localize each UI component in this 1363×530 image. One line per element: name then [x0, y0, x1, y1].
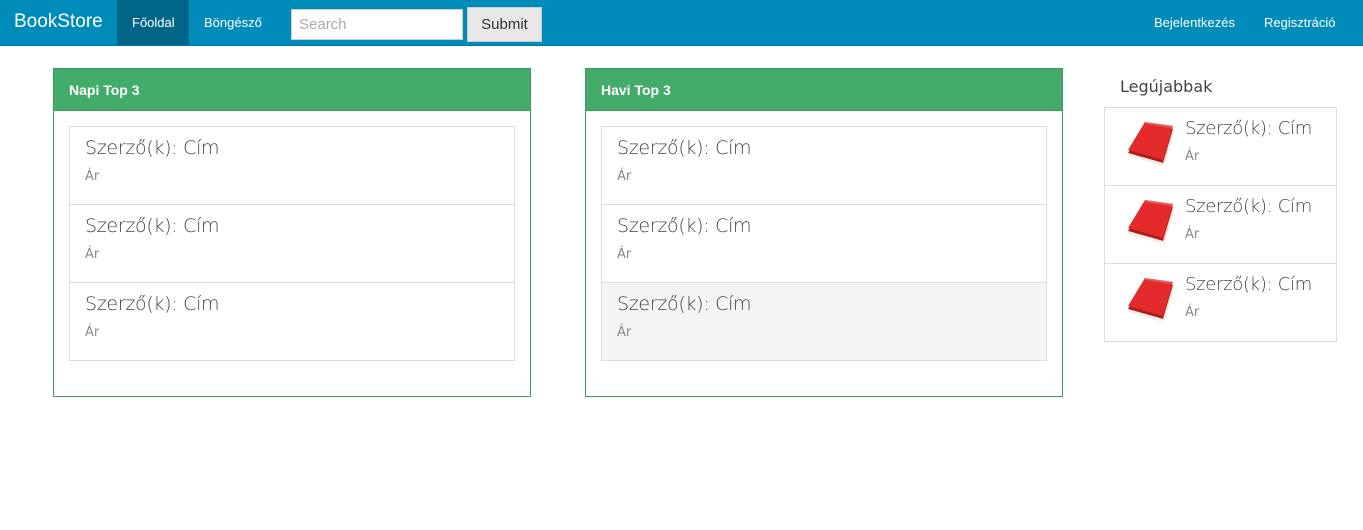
book-title: Szerző(k): Cím: [85, 137, 220, 159]
monthly-top-list: Szerző(k): Cím Ár Szerző(k): Cím Ár Szer…: [601, 126, 1047, 361]
panel-heading: Napi Top 3: [54, 69, 530, 111]
nav-link-login[interactable]: Bejelentkezés: [1139, 0, 1250, 45]
book-title: Szerző(k): Cím: [1185, 274, 1312, 295]
book-price: Ár: [1185, 305, 1200, 320]
list-item[interactable]: Szerző(k): Cím Ár: [70, 283, 514, 360]
list-item[interactable]: Szerző(k): Cím Ár: [70, 127, 514, 205]
list-item[interactable]: Szerző(k): Cím Ár: [1105, 186, 1336, 264]
search-input[interactable]: [291, 9, 463, 40]
book-price: Ár: [617, 325, 632, 340]
book-price: Ár: [85, 325, 100, 340]
nav-link-home[interactable]: Főoldal: [117, 0, 189, 45]
red-book-icon: [1128, 278, 1174, 321]
book-title: Szerző(k): Cím: [85, 215, 220, 237]
book-price: Ár: [85, 247, 100, 262]
book-title: Szerző(k): Cím: [85, 293, 220, 315]
newest-list: Szerző(k): Cím Ár Szerző(k): Cím Ár Szer…: [1104, 107, 1337, 342]
book-price: Ár: [617, 169, 632, 184]
daily-top-list: Szerző(k): Cím Ár Szerző(k): Cím Ár Szer…: [69, 126, 515, 361]
book-title: Szerző(k): Cím: [617, 215, 752, 237]
book-price: Ár: [1185, 227, 1200, 242]
list-item[interactable]: Szerző(k): Cím Ár: [1105, 108, 1336, 186]
book-price: Ár: [617, 247, 632, 262]
daily-top-panel: Napi Top 3 Szerző(k): Cím Ár Szerző(k): …: [53, 68, 531, 397]
book-title: Szerző(k): Cím: [1185, 118, 1312, 139]
red-book-icon: [1128, 122, 1174, 165]
book-title: Szerző(k): Cím: [617, 137, 752, 159]
book-price: Ár: [1185, 149, 1200, 164]
red-book-icon: [1128, 200, 1174, 243]
newest-heading: Legújabbak: [1120, 77, 1213, 96]
book-title: Szerző(k): Cím: [617, 293, 752, 315]
list-item[interactable]: Szerző(k): Cím Ár: [602, 127, 1046, 205]
nav-link-register[interactable]: Regisztráció: [1249, 0, 1351, 45]
list-item[interactable]: Szerző(k): Cím Ár: [1105, 264, 1336, 341]
list-item[interactable]: Szerző(k): Cím Ár: [602, 205, 1046, 283]
book-title: Szerző(k): Cím: [1185, 196, 1312, 217]
brand-logo[interactable]: BookStore: [14, 11, 103, 33]
nav-link-browse[interactable]: Böngésző: [189, 0, 277, 45]
panel-heading: Havi Top 3: [586, 69, 1062, 111]
submit-button[interactable]: Submit: [467, 7, 542, 42]
list-item[interactable]: Szerző(k): Cím Ár: [602, 283, 1046, 360]
list-item[interactable]: Szerző(k): Cím Ár: [70, 205, 514, 283]
book-price: Ár: [85, 169, 100, 184]
monthly-top-panel: Havi Top 3 Szerző(k): Cím Ár Szerző(k): …: [585, 68, 1063, 397]
top-navbar: BookStore Főoldal Böngésző Submit Bejele…: [0, 0, 1363, 46]
